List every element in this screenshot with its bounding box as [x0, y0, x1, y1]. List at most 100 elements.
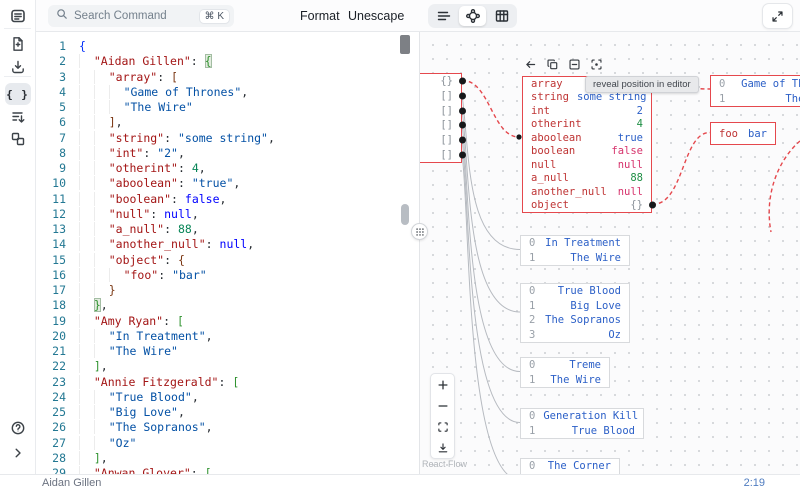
graph-node-aidan[interactable]: array[]stringsome stringint2otherint4abo… [522, 76, 656, 213]
line-number: 20 [52, 328, 66, 343]
code-line: "Aidan Gillen": { [79, 54, 403, 69]
code-line: "null": null, [79, 206, 403, 222]
node-tooltip: reveal position in editor [585, 76, 699, 93]
code-line: "True Blood", [79, 389, 403, 405]
sidebar-expand-sidebar-icon[interactable] [5, 442, 31, 464]
connection-handle[interactable] [458, 92, 466, 100]
line-number: 14 [52, 237, 66, 252]
node-row: 0 True Blood [529, 285, 621, 298]
code-line: "int": "2", [79, 145, 403, 161]
code-line: "string": "some string", [79, 130, 403, 146]
search-command[interactable]: Search Command ⌘ K [48, 5, 234, 27]
view-table-button[interactable] [488, 6, 515, 26]
code-line: "object": { [79, 252, 403, 268]
sidebar-compare-icon[interactable] [5, 128, 31, 150]
graph-node-anwan[interactable]: 0 Treme 1 The Wire [520, 357, 610, 388]
format-button[interactable]: Format [300, 0, 340, 32]
line-number: 8 [59, 145, 66, 160]
connection-handle[interactable] [648, 201, 656, 209]
code-line: ], [79, 115, 403, 130]
code-line: "boolean": false, [79, 191, 403, 207]
node-row: Alice Farmer[] [420, 147, 466, 162]
node-row: Alexander Skarsgard[] [420, 133, 466, 148]
sidebar-help-icon[interactable] [5, 417, 31, 439]
breadcrumb: Aidan Gillen [42, 477, 102, 489]
graph-node-root[interactable]: Aidan Gillen{}Amy Ryan[]Annie Fitzgerald… [420, 73, 466, 164]
connection-handle[interactable] [458, 77, 466, 85]
connection-handle[interactable] [458, 107, 466, 115]
node-row: 3 Oz [529, 328, 621, 341]
line-number: 24 [52, 389, 66, 404]
node-row: object{} [523, 199, 656, 213]
zoom-in-button[interactable] [431, 374, 454, 395]
code-line: }, [79, 298, 403, 313]
code-line: "The Wire" [79, 344, 403, 359]
view-graph-button[interactable] [459, 6, 486, 26]
line-number: 22 [52, 359, 66, 374]
sidebar-download-icon[interactable] [5, 56, 31, 78]
line-number: 23 [52, 374, 66, 389]
code-line: "array": [ [79, 69, 403, 85]
graph-node-alexander[interactable]: 0 Generation Kill 1 True Blood [520, 408, 644, 439]
graph-node-alice[interactable]: 0The Corner1Oz2The Wire [520, 458, 620, 474]
line-number: 1 [59, 39, 66, 53]
line-number: 25 [52, 405, 66, 419]
connection-handle[interactable] [458, 136, 466, 144]
code-line: "Game of Thrones", [79, 84, 403, 100]
graph-node-got[interactable]: 0Game of Thrones 1The Wire [710, 75, 800, 107]
fit-view-button[interactable] [431, 416, 454, 437]
node-row: 1The Wire [719, 92, 800, 105]
line-number: 18 [52, 298, 66, 313]
search-icon [56, 7, 68, 25]
sidebar-new-document-icon[interactable] [5, 33, 31, 55]
sidebar-separator [4, 76, 31, 77]
sidebar-separator [4, 28, 31, 29]
focus-node-icon[interactable] [590, 58, 603, 71]
code-line: "Big Love", [79, 405, 403, 420]
unescape-button[interactable]: Unescape [348, 0, 404, 32]
panel-resize-handle[interactable] [411, 223, 428, 240]
line-number: 11 [52, 191, 66, 206]
sidebar-sort-filter-icon[interactable] [5, 106, 31, 128]
graph-node-foobar[interactable]: foo bar [710, 122, 776, 145]
reactflow-attribution[interactable]: React Flow [422, 459, 467, 469]
connection-handle[interactable] [458, 121, 466, 129]
editor-scrollbar-decoration [401, 204, 409, 225]
graph-canvas[interactable]: reveal position in editor Aidan Gillen{}… [420, 32, 800, 474]
code-line: "another_null": null, [79, 237, 403, 252]
line-number: 4 [59, 84, 66, 99]
node-row: Amy Ryan[] [420, 89, 466, 104]
view-editor-button[interactable] [430, 6, 457, 26]
sidebar-json-tools-icon[interactable]: { } [4, 83, 31, 105]
graph-node-annie[interactable]: 0 True Blood 1 Big Love 2 The Sopranos 3 Oz [520, 283, 630, 343]
zoom-out-button[interactable] [431, 395, 454, 416]
line-number: 6 [59, 115, 66, 130]
line-number: 10 [52, 176, 66, 191]
graph-node-amy[interactable]: 0 In Treatment 1 The Wire [520, 235, 630, 266]
sidebar-app-logo-icon[interactable] [5, 5, 31, 27]
code-editor[interactable]: { "Aidan Gillen": { "array": [ "Game of … [79, 39, 403, 474]
node-row: Aidan Gillen{} [420, 74, 466, 89]
editor-scrollbar[interactable] [400, 35, 410, 54]
node-row: 1 Big Love [529, 299, 621, 312]
collapse-node-icon[interactable] [568, 58, 581, 71]
view-switcher [428, 4, 517, 28]
line-number: 15 [52, 252, 66, 267]
node-row: 0 In Treatment [529, 237, 621, 250]
connection-handle[interactable] [458, 151, 466, 159]
node-row: 0Game of Thrones [719, 77, 800, 90]
toolbar: Search Command ⌘ K Format Unescape [36, 0, 800, 32]
node-row: aboolean true [531, 131, 643, 144]
node-row: 1The Wire [529, 373, 601, 386]
icon-sidebar: { } [0, 0, 36, 474]
node-row: null null [531, 158, 643, 171]
line-number: 17 [52, 283, 66, 297]
line-number: 21 [52, 344, 66, 358]
back-icon[interactable] [524, 58, 537, 71]
video-timestamp: 2:19 [743, 477, 765, 489]
fullscreen-button[interactable] [762, 3, 793, 29]
copy-node-icon[interactable] [546, 58, 559, 71]
panel-divider [419, 32, 420, 474]
search-placeholder: Search Command [74, 10, 167, 22]
download-image-button[interactable] [431, 437, 454, 458]
